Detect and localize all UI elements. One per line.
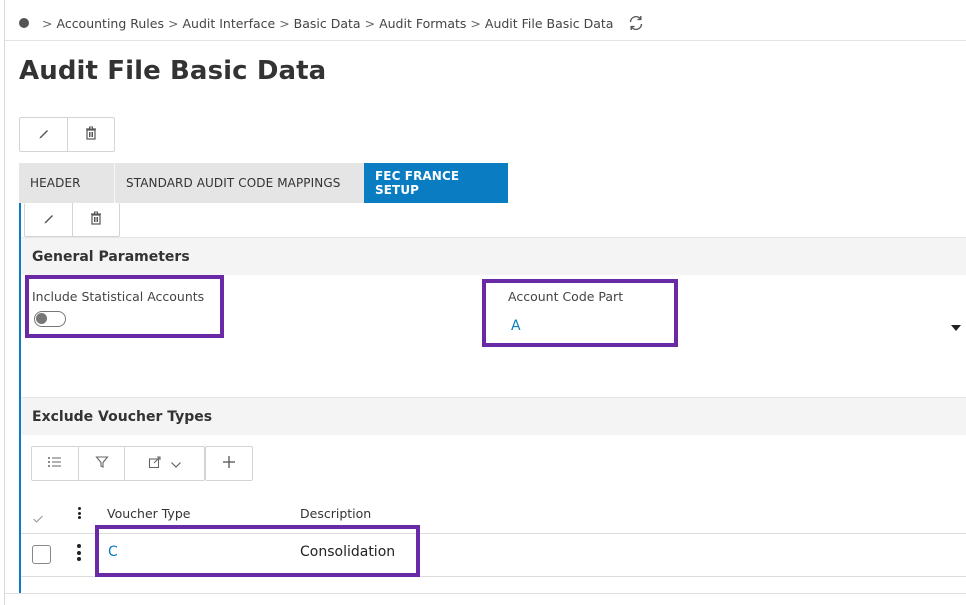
header-kebab-icon[interactable] xyxy=(78,507,81,519)
highlight-box xyxy=(95,525,420,577)
tab-header[interactable]: HEADER xyxy=(19,163,114,203)
column-header-description[interactable]: Description xyxy=(300,506,371,521)
row-kebab-icon[interactable] xyxy=(77,544,81,561)
export-icon xyxy=(148,454,162,473)
filter-button[interactable] xyxy=(78,447,124,480)
edit-icon xyxy=(37,125,51,144)
tab-bar: HEADER STANDARD AUDIT CODE MAPPINGS FEC … xyxy=(19,163,508,203)
add-icon xyxy=(222,454,236,473)
header-divider xyxy=(5,40,966,41)
filter-icon xyxy=(94,454,109,473)
fec-france-setup-panel: General Parameters Include Statistical A… xyxy=(19,203,966,593)
panel-delete-button[interactable] xyxy=(72,203,119,236)
delete-button[interactable] xyxy=(67,118,114,151)
edit-icon xyxy=(42,210,56,229)
breadcrumb-separator: > xyxy=(470,15,481,31)
highlight-box xyxy=(482,279,678,347)
list-settings-icon xyxy=(47,454,63,473)
delete-icon xyxy=(84,125,98,144)
edit-button[interactable] xyxy=(20,118,67,151)
refresh-icon[interactable] xyxy=(627,14,645,32)
select-all-checkmark-icon[interactable] xyxy=(32,509,44,528)
breadcrumb-item-basic-data[interactable]: Basic Data xyxy=(294,16,361,31)
record-toolbar xyxy=(19,117,115,152)
chevron-down-icon xyxy=(170,454,182,473)
chevron-down-icon[interactable] xyxy=(951,325,961,331)
export-menu-button[interactable] xyxy=(124,447,204,480)
breadcrumb-item-current: Audit File Basic Data xyxy=(484,15,614,31)
highlight-box xyxy=(25,275,224,338)
exclude-voucher-types-header: Exclude Voucher Types xyxy=(21,397,966,435)
breadcrumb-item-audit-formats[interactable]: Audit Formats xyxy=(379,16,466,31)
breadcrumb: > Accounting Rules > Audit Interface > B… xyxy=(19,13,645,33)
tab-standard-audit-code-mappings[interactable]: STANDARD AUDIT CODE MAPPINGS xyxy=(114,163,364,203)
app-frame: > Accounting Rules > Audit Interface > B… xyxy=(4,0,966,605)
breadcrumb-separator: > xyxy=(42,15,53,31)
breadcrumb-separator: > xyxy=(364,15,376,31)
panel-toolbar xyxy=(24,203,120,237)
breadcrumb-separator: > xyxy=(279,15,290,31)
home-dot-icon[interactable] xyxy=(19,18,29,28)
row-checkbox[interactable] xyxy=(32,545,51,564)
panel-edit-button[interactable] xyxy=(25,203,72,236)
tab-fec-france-setup[interactable]: FEC FRANCE SETUP xyxy=(364,163,508,203)
page-title: Audit File Basic Data xyxy=(19,56,327,86)
list-settings-button[interactable] xyxy=(32,447,78,480)
breadcrumb-separator: > xyxy=(167,15,179,31)
add-button[interactable] xyxy=(205,446,253,481)
general-parameters-header: General Parameters xyxy=(21,237,966,275)
breadcrumb-item-accounting-rules[interactable]: Accounting Rules xyxy=(56,16,164,31)
list-toolbar xyxy=(31,446,205,481)
column-header-voucher-type[interactable]: Voucher Type xyxy=(107,506,190,521)
bottom-divider xyxy=(5,593,966,594)
breadcrumb-item-audit-interface[interactable]: Audit Interface xyxy=(182,16,275,31)
delete-icon xyxy=(89,210,103,229)
